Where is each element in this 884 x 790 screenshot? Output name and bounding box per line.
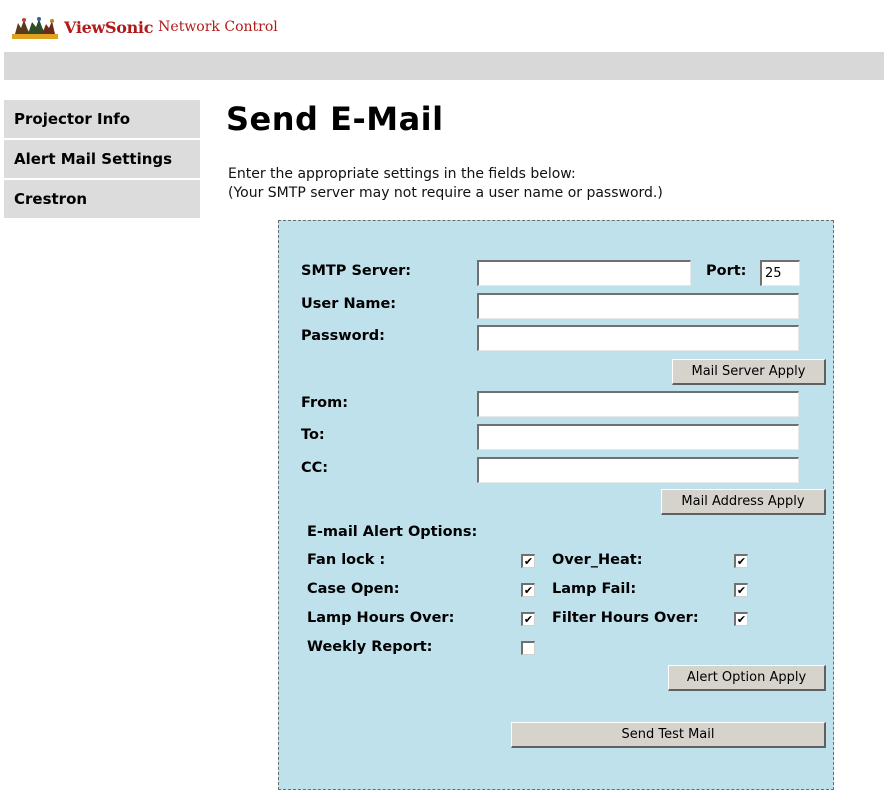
filter-hours-over-label: Filter Hours Over: — [552, 610, 699, 626]
lamp-hours-over-label: Lamp Hours Over: — [307, 610, 455, 626]
brand-product: Network Control — [158, 19, 278, 35]
port-label: Port: — [706, 263, 747, 279]
sidebar-item-label: Projector Info — [14, 110, 131, 128]
over-heat-checkbox[interactable]: ✔ — [734, 554, 748, 568]
brand-logo: ViewSonic Network Control — [12, 12, 278, 42]
alert-option-apply-button[interactable]: Alert Option Apply — [668, 665, 826, 691]
lamp-fail-checkbox[interactable]: ✔ — [734, 583, 748, 597]
smtp-server-label: SMTP Server: — [301, 263, 412, 279]
sidebar-item-label: Crestron — [14, 190, 88, 208]
top-bar — [4, 52, 884, 80]
sidebar-item-crestron[interactable]: Crestron — [4, 180, 200, 220]
sidebar-nav: Projector Info Alert Mail Settings Crest… — [4, 100, 200, 220]
brand-name: ViewSonic — [64, 17, 154, 37]
cc-label: CC: — [301, 460, 329, 476]
from-label: From: — [301, 395, 348, 411]
description-line-1: Enter the appropriate settings in the fi… — [228, 166, 576, 182]
password-label: Password: — [301, 328, 385, 344]
port-input[interactable] — [760, 260, 800, 286]
lamp-fail-label: Lamp Fail: — [552, 581, 637, 597]
smtp-server-input[interactable] — [477, 260, 691, 286]
case-open-label: Case Open: — [307, 581, 400, 597]
sidebar-item-alert-mail-settings[interactable]: Alert Mail Settings — [4, 140, 200, 180]
weekly-report-label: Weekly Report: — [307, 639, 433, 655]
fan-lock-label: Fan lock : — [307, 552, 386, 568]
weekly-report-checkbox[interactable] — [521, 641, 535, 655]
fan-lock-checkbox[interactable]: ✔ — [521, 554, 535, 568]
mail-address-apply-button[interactable]: Mail Address Apply — [661, 489, 826, 515]
password-input[interactable] — [477, 325, 799, 351]
to-label: To: — [301, 427, 325, 443]
page-description: Enter the appropriate settings in the fi… — [228, 165, 663, 203]
email-settings-panel: SMTP Server: Port: User Name: Password: … — [278, 220, 834, 790]
sidebar-item-label: Alert Mail Settings — [14, 150, 173, 168]
page-title: Send E-Mail — [226, 100, 444, 138]
filter-hours-over-checkbox[interactable]: ✔ — [734, 612, 748, 626]
from-input[interactable] — [477, 391, 799, 417]
cc-input[interactable] — [477, 457, 799, 483]
over-heat-label: Over_Heat: — [552, 552, 643, 568]
to-input[interactable] — [477, 424, 799, 450]
send-test-mail-button[interactable]: Send Test Mail — [511, 722, 826, 748]
mail-server-apply-button[interactable]: Mail Server Apply — [672, 359, 826, 385]
description-line-2: (Your SMTP server may not require a user… — [228, 185, 663, 201]
user-name-label: User Name: — [301, 296, 397, 312]
case-open-checkbox[interactable]: ✔ — [521, 583, 535, 597]
user-name-input[interactable] — [477, 293, 799, 319]
sidebar-item-projector-info[interactable]: Projector Info — [4, 100, 200, 140]
alert-options-heading: E-mail Alert Options: — [307, 524, 478, 540]
viewsonic-birds-icon — [12, 17, 58, 39]
lamp-hours-over-checkbox[interactable]: ✔ — [521, 612, 535, 626]
